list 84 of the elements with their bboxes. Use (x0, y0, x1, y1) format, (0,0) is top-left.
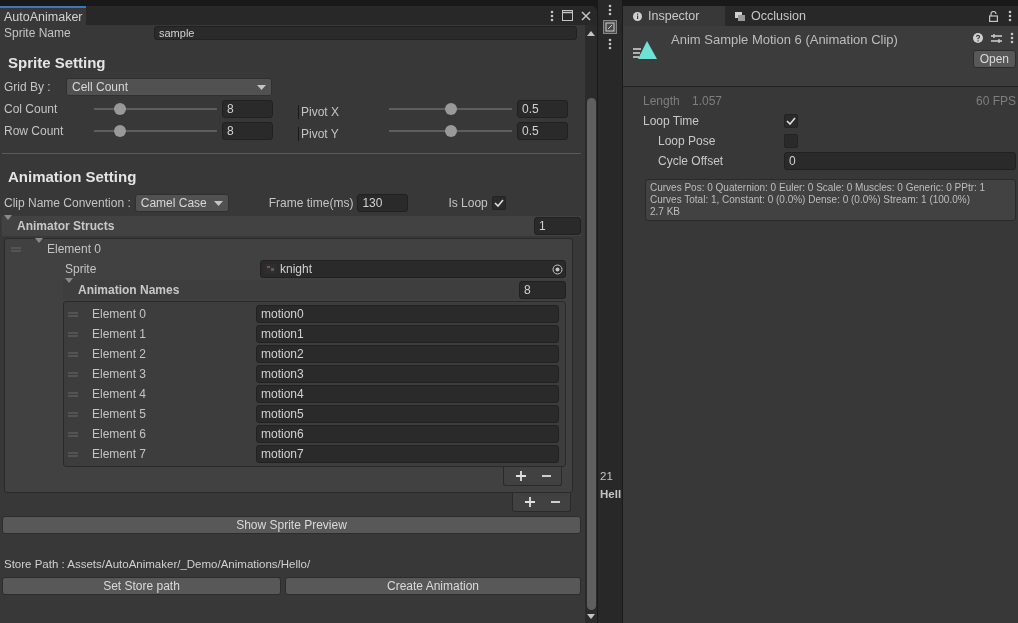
slider-label: Row Count (3, 124, 65, 138)
panel-tab[interactable]: Occlusion (725, 6, 816, 26)
field-label: Loop Pose (657, 134, 717, 148)
layers-icon (735, 11, 745, 21)
frame-time-field[interactable]: 130 (357, 194, 409, 212)
field-label: Element 1 (91, 327, 148, 341)
lock-icon[interactable] (989, 10, 998, 22)
info-icon (633, 11, 642, 21)
panel-text: 21 (599, 470, 614, 482)
action-button[interactable]: Set Store path (2, 577, 281, 595)
animation-name-field[interactable]: motion1 (256, 325, 559, 343)
field-label: Clip Name Convention : (3, 196, 131, 210)
close-icon[interactable] (581, 10, 591, 21)
slider-label: Col Count (3, 102, 59, 116)
number-field[interactable]: 0.5 (517, 100, 568, 118)
maximize-icon[interactable] (562, 10, 573, 21)
animation-name-field[interactable]: motion4 (256, 385, 559, 403)
sprite-object-field[interactable]: knight (260, 260, 566, 278)
clip-name-dropdown[interactable]: Camel Case (134, 194, 229, 212)
kebab-menu-icon[interactable] (1010, 32, 1014, 44)
count-field[interactable]: 1 (534, 217, 581, 235)
field-label: Element 5 (91, 407, 148, 421)
checkbox[interactable] (491, 196, 506, 210)
sprite-name-field[interactable]: sample (154, 26, 577, 40)
field-label: Element 2 (91, 347, 148, 361)
show-preview-button[interactable]: Show Sprite Preview (2, 516, 581, 534)
animation-name-field[interactable]: motion6 (256, 425, 559, 443)
window-tab[interactable]: AutoAnimaker (0, 6, 86, 25)
animation-name-field[interactable]: motion3 (256, 365, 559, 383)
field-label: Grid By : (3, 80, 52, 94)
caret-icon (213, 200, 223, 206)
field-label: Cycle Offset (657, 154, 725, 168)
field-label: Element 3 (91, 367, 148, 381)
number-field[interactable]: 8 (222, 122, 273, 140)
field-label: Sprite Name (3, 26, 72, 40)
count-field[interactable]: 8 (519, 280, 566, 299)
kebab-menu-icon[interactable] (608, 4, 612, 16)
fps-text: 60 FPS (975, 94, 1016, 108)
section-heading: Animation Setting (7, 167, 138, 187)
asset-title: Anim Sample Motion 6 (Animation Clip) (671, 32, 898, 49)
info-text: Curves Pos: 0 Quaternion: 0 Euler: 0 Scale: 0 Muscles: 0 Generic: 0 PPtr: 1 (650, 182, 987, 194)
kebab-menu-icon[interactable] (550, 9, 554, 22)
cycle-offset-field[interactable]: 0 (784, 152, 1016, 170)
kebab-menu-icon[interactable] (608, 38, 612, 50)
animation-name-field[interactable]: motion5 (256, 405, 559, 423)
field-label: Element 7 (91, 447, 148, 461)
checkbox[interactable] (784, 114, 798, 128)
field-label: Element 0 (91, 307, 148, 321)
length-value: 1.057 (692, 94, 723, 108)
animation-name-field[interactable]: motion0 (256, 305, 559, 323)
help-icon[interactable] (973, 33, 983, 43)
store-path-text: Store Path : Assets/AutoAnimaker/_Demo/Animations/Hello/ (3, 558, 312, 570)
number-field[interactable]: 8 (222, 100, 273, 118)
field-label: Element 6 (91, 427, 148, 441)
scroll-up-arrow-icon[interactable] (587, 31, 595, 36)
caret-icon (257, 84, 266, 90)
plus-icon[interactable] (525, 497, 535, 507)
window-icon[interactable] (603, 20, 617, 34)
field-label: Element 4 (91, 387, 148, 401)
kebab-menu-icon[interactable] (1008, 10, 1012, 22)
foldout-header[interactable]: Element 0 (35, 237, 102, 261)
animation-name-field[interactable]: motion2 (256, 345, 559, 363)
animation-clip-icon (633, 40, 659, 60)
plus-icon[interactable] (516, 471, 526, 481)
field-label: Is Loop (447, 196, 488, 210)
field-label: Loop Time (643, 114, 701, 128)
object-picker-icon[interactable] (552, 263, 563, 275)
open-button[interactable]: Open (972, 50, 1016, 68)
grid-by-dropdown[interactable]: Cell Count (66, 78, 272, 96)
scroll-down-arrow-icon[interactable] (587, 614, 595, 619)
field-label: Length (643, 94, 681, 108)
panel-text: Hell (599, 488, 622, 500)
number-field[interactable]: 0.5 (517, 122, 568, 140)
action-button[interactable]: Create Animation (285, 577, 581, 595)
info-text: 2.7 KB (650, 206, 682, 218)
animation-name-field[interactable]: motion7 (256, 445, 559, 463)
settings-icon[interactable] (991, 32, 1002, 44)
section-heading: Sprite Setting (7, 53, 107, 73)
info-text: Curves Total: 1, Constant: 0 (0.0%) Dense: 0 (0.0%) Stream: 1 (100.0%) (650, 194, 971, 206)
field-label: Sprite (64, 262, 98, 276)
sprite-thumbnail-icon (265, 264, 277, 274)
panel-tab[interactable]: Inspector (623, 6, 725, 26)
field-label: Frame time(ms) (267, 196, 354, 210)
scrollbar[interactable] (585, 25, 597, 623)
